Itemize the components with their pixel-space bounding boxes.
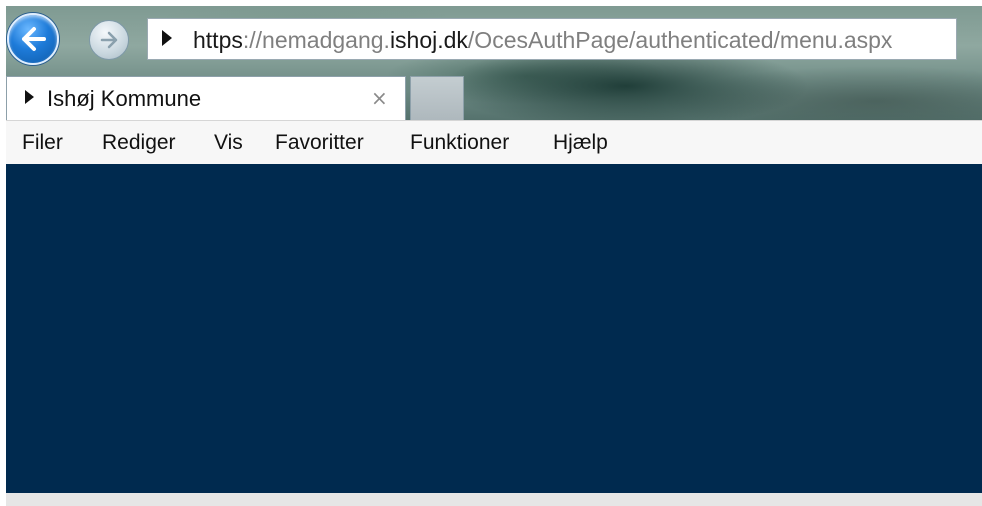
tab-active[interactable]: Ishøj Kommune × <box>6 76 406 120</box>
url-domain: ishoj.dk <box>389 27 468 53</box>
url-subdomain: nemadgang. <box>262 27 390 53</box>
forward-button[interactable] <box>89 20 129 60</box>
back-button[interactable] <box>7 13 59 65</box>
menu-item-rediger[interactable]: Rediger <box>102 130 176 156</box>
play-icon <box>162 30 172 46</box>
url-separator: :// <box>242 27 263 53</box>
menu-item-favoritter[interactable]: Favoritter <box>275 130 364 156</box>
status-strip <box>6 493 982 506</box>
url-text[interactable]: https://nemadgang.ishoj.dk/OcesAuthPage/… <box>193 25 892 55</box>
address-bar[interactable]: https://nemadgang.ishoj.dk/OcesAuthPage/… <box>147 18 957 60</box>
play-icon <box>25 90 34 104</box>
close-icon[interactable]: × <box>371 87 388 109</box>
menu-item-filer[interactable]: Filer <box>22 130 63 156</box>
page-content <box>6 164 982 493</box>
menu-bar: Filer Rediger Vis Favoritter Funktioner … <box>6 120 982 164</box>
url-path: /OcesAuthPage/authenticated/menu.aspx <box>467 27 893 53</box>
new-tab-button[interactable] <box>410 76 464 120</box>
url-scheme: https <box>193 27 243 53</box>
back-arrow-icon <box>22 27 46 51</box>
browser-window: https://nemadgang.ishoj.dk/OcesAuthPage/… <box>6 6 982 506</box>
menu-item-vis[interactable]: Vis <box>214 130 243 156</box>
menu-item-funktioner[interactable]: Funktioner <box>410 130 509 156</box>
forward-arrow-icon <box>100 31 118 49</box>
menu-item-hjaelp[interactable]: Hjælp <box>553 130 608 156</box>
tab-title: Ishøj Kommune <box>47 86 202 111</box>
